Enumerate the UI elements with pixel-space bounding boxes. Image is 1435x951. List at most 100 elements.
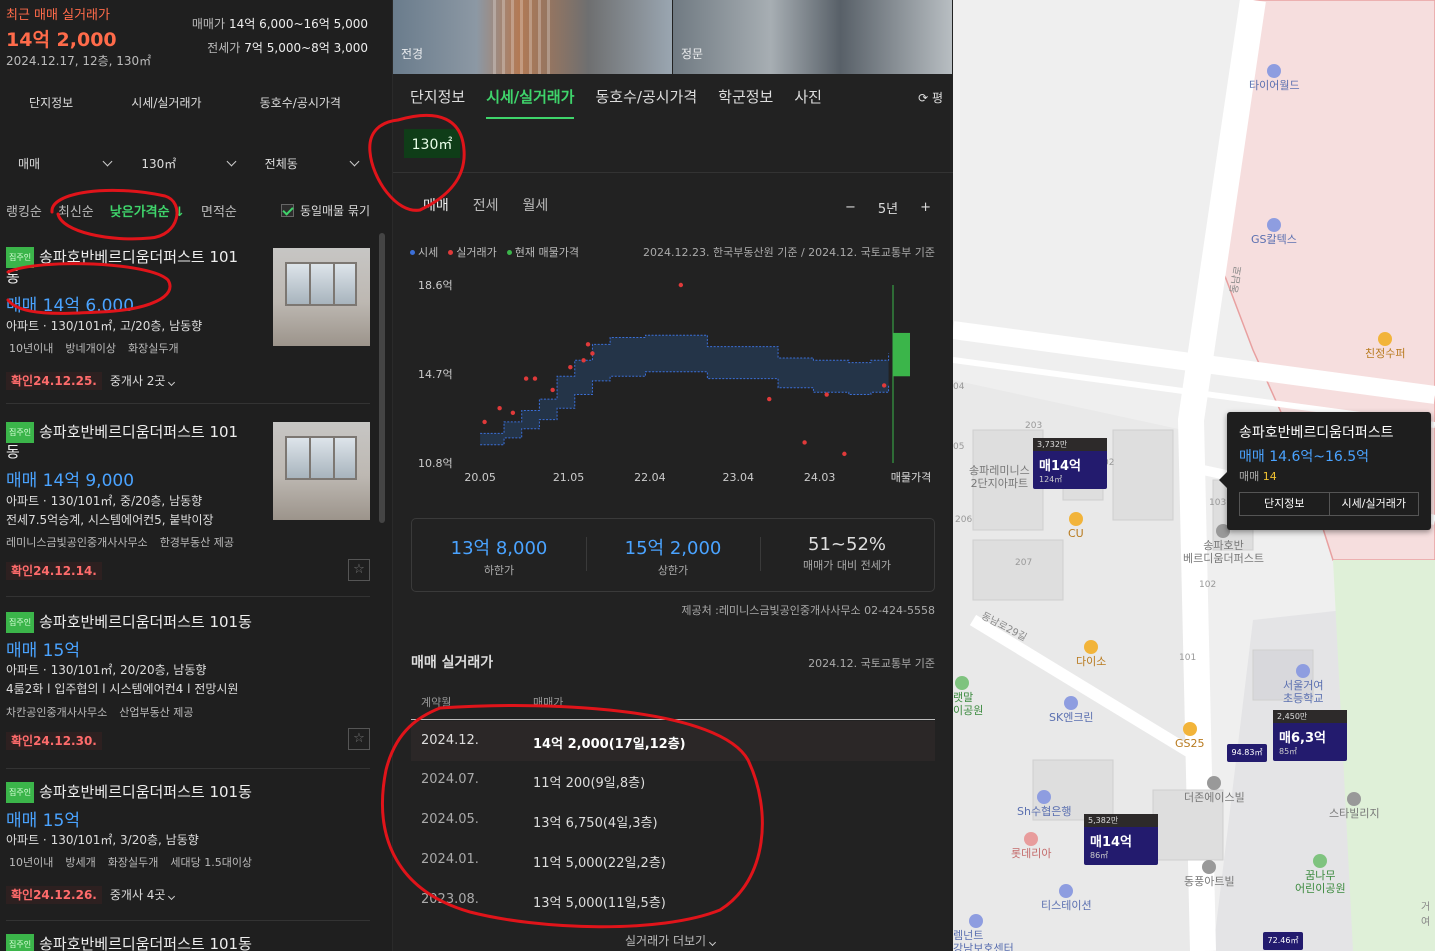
poi-complex[interactable]: 송파호반 베르디움더퍼스트 [1183, 524, 1264, 565]
poi-t-station[interactable]: 티스테이션 [1041, 884, 1092, 912]
listing-thumbnail[interactable] [273, 248, 370, 346]
poi-daiso[interactable]: 다이소 [1076, 640, 1106, 668]
sort-lowest-price[interactable]: 낮은가격순 ↓ [110, 201, 185, 220]
broker-count-toggle[interactable]: 중개사 2곳 [110, 374, 176, 388]
sort-newest[interactable]: 최신순 [58, 201, 94, 220]
period-plus-button[interactable]: + [920, 200, 931, 215]
poi-sk-enclean[interactable]: SK엔크린 [1049, 696, 1094, 724]
map-view[interactable]: 타이어월드 GS칼텍스 친정수퍼 CU 송파호반 베르디움더퍼스트 다이소 서울… [953, 0, 1435, 951]
tab-complex-info[interactable]: 단지정보 [29, 94, 73, 111]
tab-monthly[interactable]: 월세 [523, 195, 549, 215]
poi-gs-caltex[interactable]: GS칼텍스 [1251, 218, 1297, 246]
poi-lotteria[interactable]: 롯데리아 [1011, 832, 1051, 860]
more-trades-button[interactable]: 실거래가 더보기 [625, 932, 716, 949]
poi-park-west[interactable]: 랫말 이공원 [953, 676, 983, 717]
price-marker[interactable]: 3,732만 매14억 124㎡ [1033, 438, 1107, 489]
favorite-star-icon[interactable]: ☆ [348, 728, 370, 750]
apartment-icon [1202, 860, 1217, 874]
owner-badge: 집주인 [6, 422, 35, 443]
broker-count-toggle[interactable]: 중개사 4곳 [110, 888, 176, 902]
chart-source: 2024.12.23. 한국부동산원 기준 / 2024.12. 국토교통부 기… [643, 246, 935, 259]
sort-ranking[interactable]: 랭킹순 [6, 201, 42, 220]
area-marker[interactable]: 94.83㎡ [1227, 744, 1267, 762]
period-minus-button[interactable]: − [845, 200, 856, 215]
poi-park[interactable]: 꿈나무 어린이공원 [1295, 854, 1346, 895]
trade-point [568, 364, 573, 370]
deal-type-select[interactable]: 매매 [0, 152, 123, 174]
table-row[interactable]: 2024.01. 11억 5,000(22일,2층) [411, 840, 935, 880]
area-chip[interactable]: 130㎡ [404, 129, 460, 158]
trade-point [824, 392, 829, 397]
price-marker[interactable]: 2,450만 매6,3억 85㎡ [1273, 710, 1347, 761]
chevron-down-icon [168, 892, 176, 901]
tab-price-trades[interactable]: 시세/실거래가 [131, 94, 201, 111]
listing-tags: 10년이내 방네개이상 화장실두개 [9, 342, 179, 355]
poi-dongpung[interactable]: 동풍아트빌 [1184, 860, 1235, 888]
x-tick-label: 매물가격 [891, 471, 931, 484]
poi-star-village[interactable]: 스타빌리지 [1329, 792, 1380, 820]
photo-entrance[interactable]: 정문 [673, 0, 952, 74]
y-tick-label: 14.7억 [418, 368, 453, 381]
popup-price-button[interactable]: 시세/실거래가 [1328, 493, 1419, 515]
photo-exterior[interactable]: 전경 [393, 0, 672, 74]
tab-photos[interactable]: 사진 [794, 86, 822, 119]
listing-thumbnail[interactable] [273, 422, 370, 520]
tab-jeonse[interactable]: 전세 [473, 195, 499, 215]
confirm-date: 확인24.12.25. [6, 372, 102, 390]
poi-dejon-ace[interactable]: 더존에이스빌 [1184, 776, 1245, 804]
tab-sale[interactable]: 매매 [423, 195, 449, 215]
trades-source: 2024.12. 국토교통부 기준 [808, 657, 935, 670]
tab-unit-official-price[interactable]: 동호수/공시가격 [595, 86, 697, 119]
popup-price: 매매 14.6억~16.5억 [1239, 449, 1370, 465]
price-summary-box: 13억 8,000 하한가 15억 2,000 상한가 51~52% 매매가 대비 전… [411, 518, 935, 592]
area-select[interactable]: 130㎡ [123, 152, 246, 174]
poi-suhyup-bank[interactable]: Sh수협은행 [1017, 790, 1071, 818]
table-row[interactable]: 2024.07. 11억 200(9일,8층) [411, 760, 935, 800]
table-row[interactable]: 2024.05. 13억 6,750(4일,3층) [411, 800, 935, 840]
tab-complex-info[interactable]: 단지정보 [410, 86, 465, 119]
confirm-date: 확인24.12.26. [6, 886, 102, 904]
trade-point [497, 406, 502, 411]
building-select[interactable]: 전체동 [247, 152, 370, 174]
window-photo-icon [285, 436, 357, 480]
group-same-listings-toggle[interactable]: 동일매물 묶기 [280, 202, 370, 219]
sale-price-range: 매매가 14억 6,000~16억 5,000 [191, 17, 368, 31]
trade-point [881, 383, 887, 388]
x-tick-label: 21.05 [553, 471, 585, 484]
poi-gs25[interactable]: GS25 [1175, 722, 1205, 750]
price-marker[interactable]: 5,382만 매14억 86㎡ [1084, 814, 1158, 865]
listing-item[interactable]: 집주인 송파호반베르디움더퍼스트 101동 [0, 920, 372, 951]
poi-tire-world[interactable]: 타이어월드 [1249, 64, 1300, 92]
popup-complex-info-button[interactable]: 단지정보 [1240, 493, 1329, 515]
window-photo-icon [285, 262, 357, 306]
poi-chinjeong-super[interactable]: 친정수퍼 [1365, 332, 1405, 360]
tab-school-info[interactable]: 학군정보 [718, 86, 773, 119]
poi-cu[interactable]: CU [1068, 512, 1084, 540]
poi-remnis-2[interactable]: 송파레미니스 2단지아파트 [969, 464, 1030, 490]
tab-price-trades[interactable]: 시세/실거래가 [486, 86, 575, 119]
favorite-star-icon[interactable]: ☆ [348, 559, 370, 581]
poi-school[interactable]: 서울거여 초등학교 [1283, 664, 1323, 705]
listing-scrollbar[interactable] [379, 233, 385, 523]
listing-item[interactable]: 집주인 송파호반베르디움더퍼스트 101동 매매 15억 아파트 · 130/10… [0, 768, 372, 921]
listing-item[interactable]: 집주인 송파호반베르디움더퍼스트 101동 매매 15억 아파트 · 130/10… [0, 598, 372, 769]
recent-trade-label: 최근 매매 실거래가 [6, 8, 110, 23]
listing-note: 4룸2화 l 입주협의 l 시스템에어컨4 l 전망시원 [6, 682, 239, 696]
price-chart[interactable]: 18.6억 14.7억 10.8억 20.05 21.05 22.04 23.04 24.03… [393, 270, 953, 490]
poi-remnant[interactable]: 렘넌트 강남보호센터 [953, 914, 1014, 951]
area-marker[interactable]: 72.46㎡ [1263, 932, 1303, 950]
unit-toggle-button[interactable]: ⟳ 평 [918, 89, 943, 106]
table-row[interactable]: 2024.12. 14억 2,000(17일,12층) [411, 721, 935, 761]
listing-item[interactable]: 집주인 송파호반베르디움더퍼스트 101동 매매 14억 9,000 아파트 · … [0, 404, 372, 597]
checkbox-checked-icon[interactable] [280, 204, 294, 217]
popup-buttons: 단지정보 시세/실거래가 [1239, 492, 1419, 516]
sort-area[interactable]: 면적순 [201, 201, 237, 220]
trade-point [678, 282, 684, 288]
listing-item[interactable]: 집주인 송파호반베르디움더퍼스트 101동 매매 14억 6,000 아파트 · … [0, 233, 372, 404]
listing-price: 매매 14억 6,000 [6, 296, 135, 316]
refresh-icon: ⟳ [918, 91, 929, 105]
legend-dot-icon [410, 249, 415, 255]
listing-confirm: 확인24.12.14. [6, 562, 110, 580]
tab-unit-official-price[interactable]: 동호수/공시가격 [260, 94, 341, 111]
table-row[interactable]: 2023.08. 13억 5,000(11일,5층) [411, 880, 935, 920]
